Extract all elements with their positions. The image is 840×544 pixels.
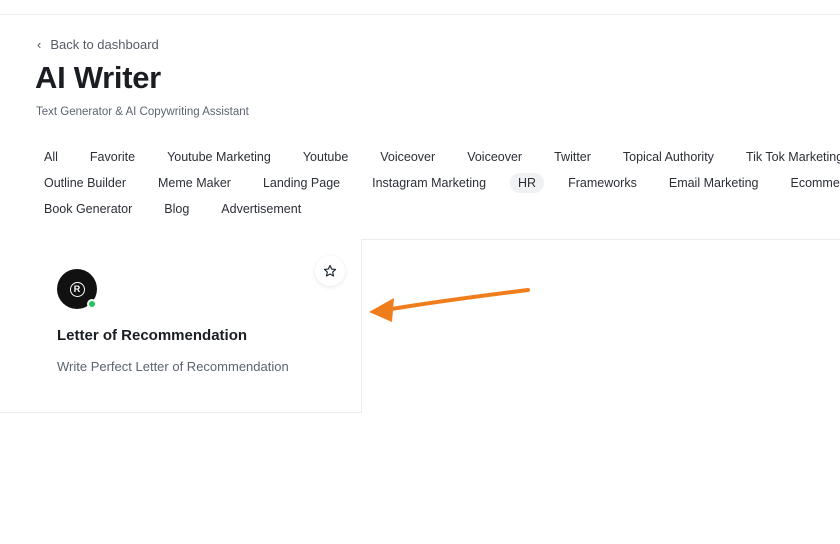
filter-row: Outline Builder Meme Maker Landing Page … (36, 170, 840, 196)
star-icon (323, 264, 337, 277)
filter-chip-email-marketing[interactable]: Email Marketing (661, 173, 767, 193)
filter-chip-tik-tok-marketing[interactable]: Tik Tok Marketing (738, 147, 840, 167)
filter-chip-ecommerce[interactable]: Ecommerce (782, 173, 840, 193)
chevron-left-icon: ‹ (37, 37, 42, 52)
filter-chip-voiceover[interactable]: Voiceover (372, 147, 443, 167)
filter-row: Book Generator Blog Advertisement (36, 196, 840, 222)
filter-chip-favorite[interactable]: Favorite (82, 147, 143, 167)
page-subtitle: Text Generator & AI Copywriting Assistan… (36, 106, 249, 118)
filter-chip-book-generator[interactable]: Book Generator (36, 199, 140, 219)
filter-row: All Favorite Youtube Marketing Youtube V… (36, 144, 840, 170)
category-filters: All Favorite Youtube Marketing Youtube V… (36, 144, 840, 222)
filter-chip-all[interactable]: All (36, 147, 66, 167)
filter-chip-advertisement[interactable]: Advertisement (213, 199, 309, 219)
card-title: Letter of Recommendation (57, 327, 248, 344)
filter-chip-topical-authority[interactable]: Topical Authority (615, 147, 722, 167)
filter-chip-twitter[interactable]: Twitter (546, 147, 599, 167)
page-title: AI Writer (35, 60, 161, 95)
filter-chip-youtube-marketing[interactable]: Youtube Marketing (159, 147, 279, 167)
arrow-annotation-icon (369, 288, 530, 322)
filter-chip-meme-maker[interactable]: Meme Maker (150, 173, 239, 193)
back-label: Back to dashboard (50, 37, 159, 52)
filter-chip-landing-page[interactable]: Landing Page (255, 173, 348, 193)
back-to-dashboard-link[interactable]: ‹ Back to dashboard (37, 37, 159, 52)
filter-chip-outline-builder[interactable]: Outline Builder (36, 173, 134, 193)
status-dot (87, 299, 97, 309)
template-card[interactable] (0, 239, 362, 413)
favorite-button[interactable] (315, 256, 345, 286)
filter-chip-blog[interactable]: Blog (156, 199, 197, 219)
filter-chip-voiceover-2[interactable]: Voiceover (459, 147, 530, 167)
top-bar (0, 0, 840, 15)
filter-chip-hr[interactable]: HR (510, 173, 545, 193)
filter-chip-youtube[interactable]: Youtube (295, 147, 356, 167)
filter-chip-frameworks[interactable]: Frameworks (560, 173, 645, 193)
card-description: Write Perfect Letter of Recommendation (57, 359, 289, 374)
filter-chip-instagram-marketing[interactable]: Instagram Marketing (364, 173, 494, 193)
